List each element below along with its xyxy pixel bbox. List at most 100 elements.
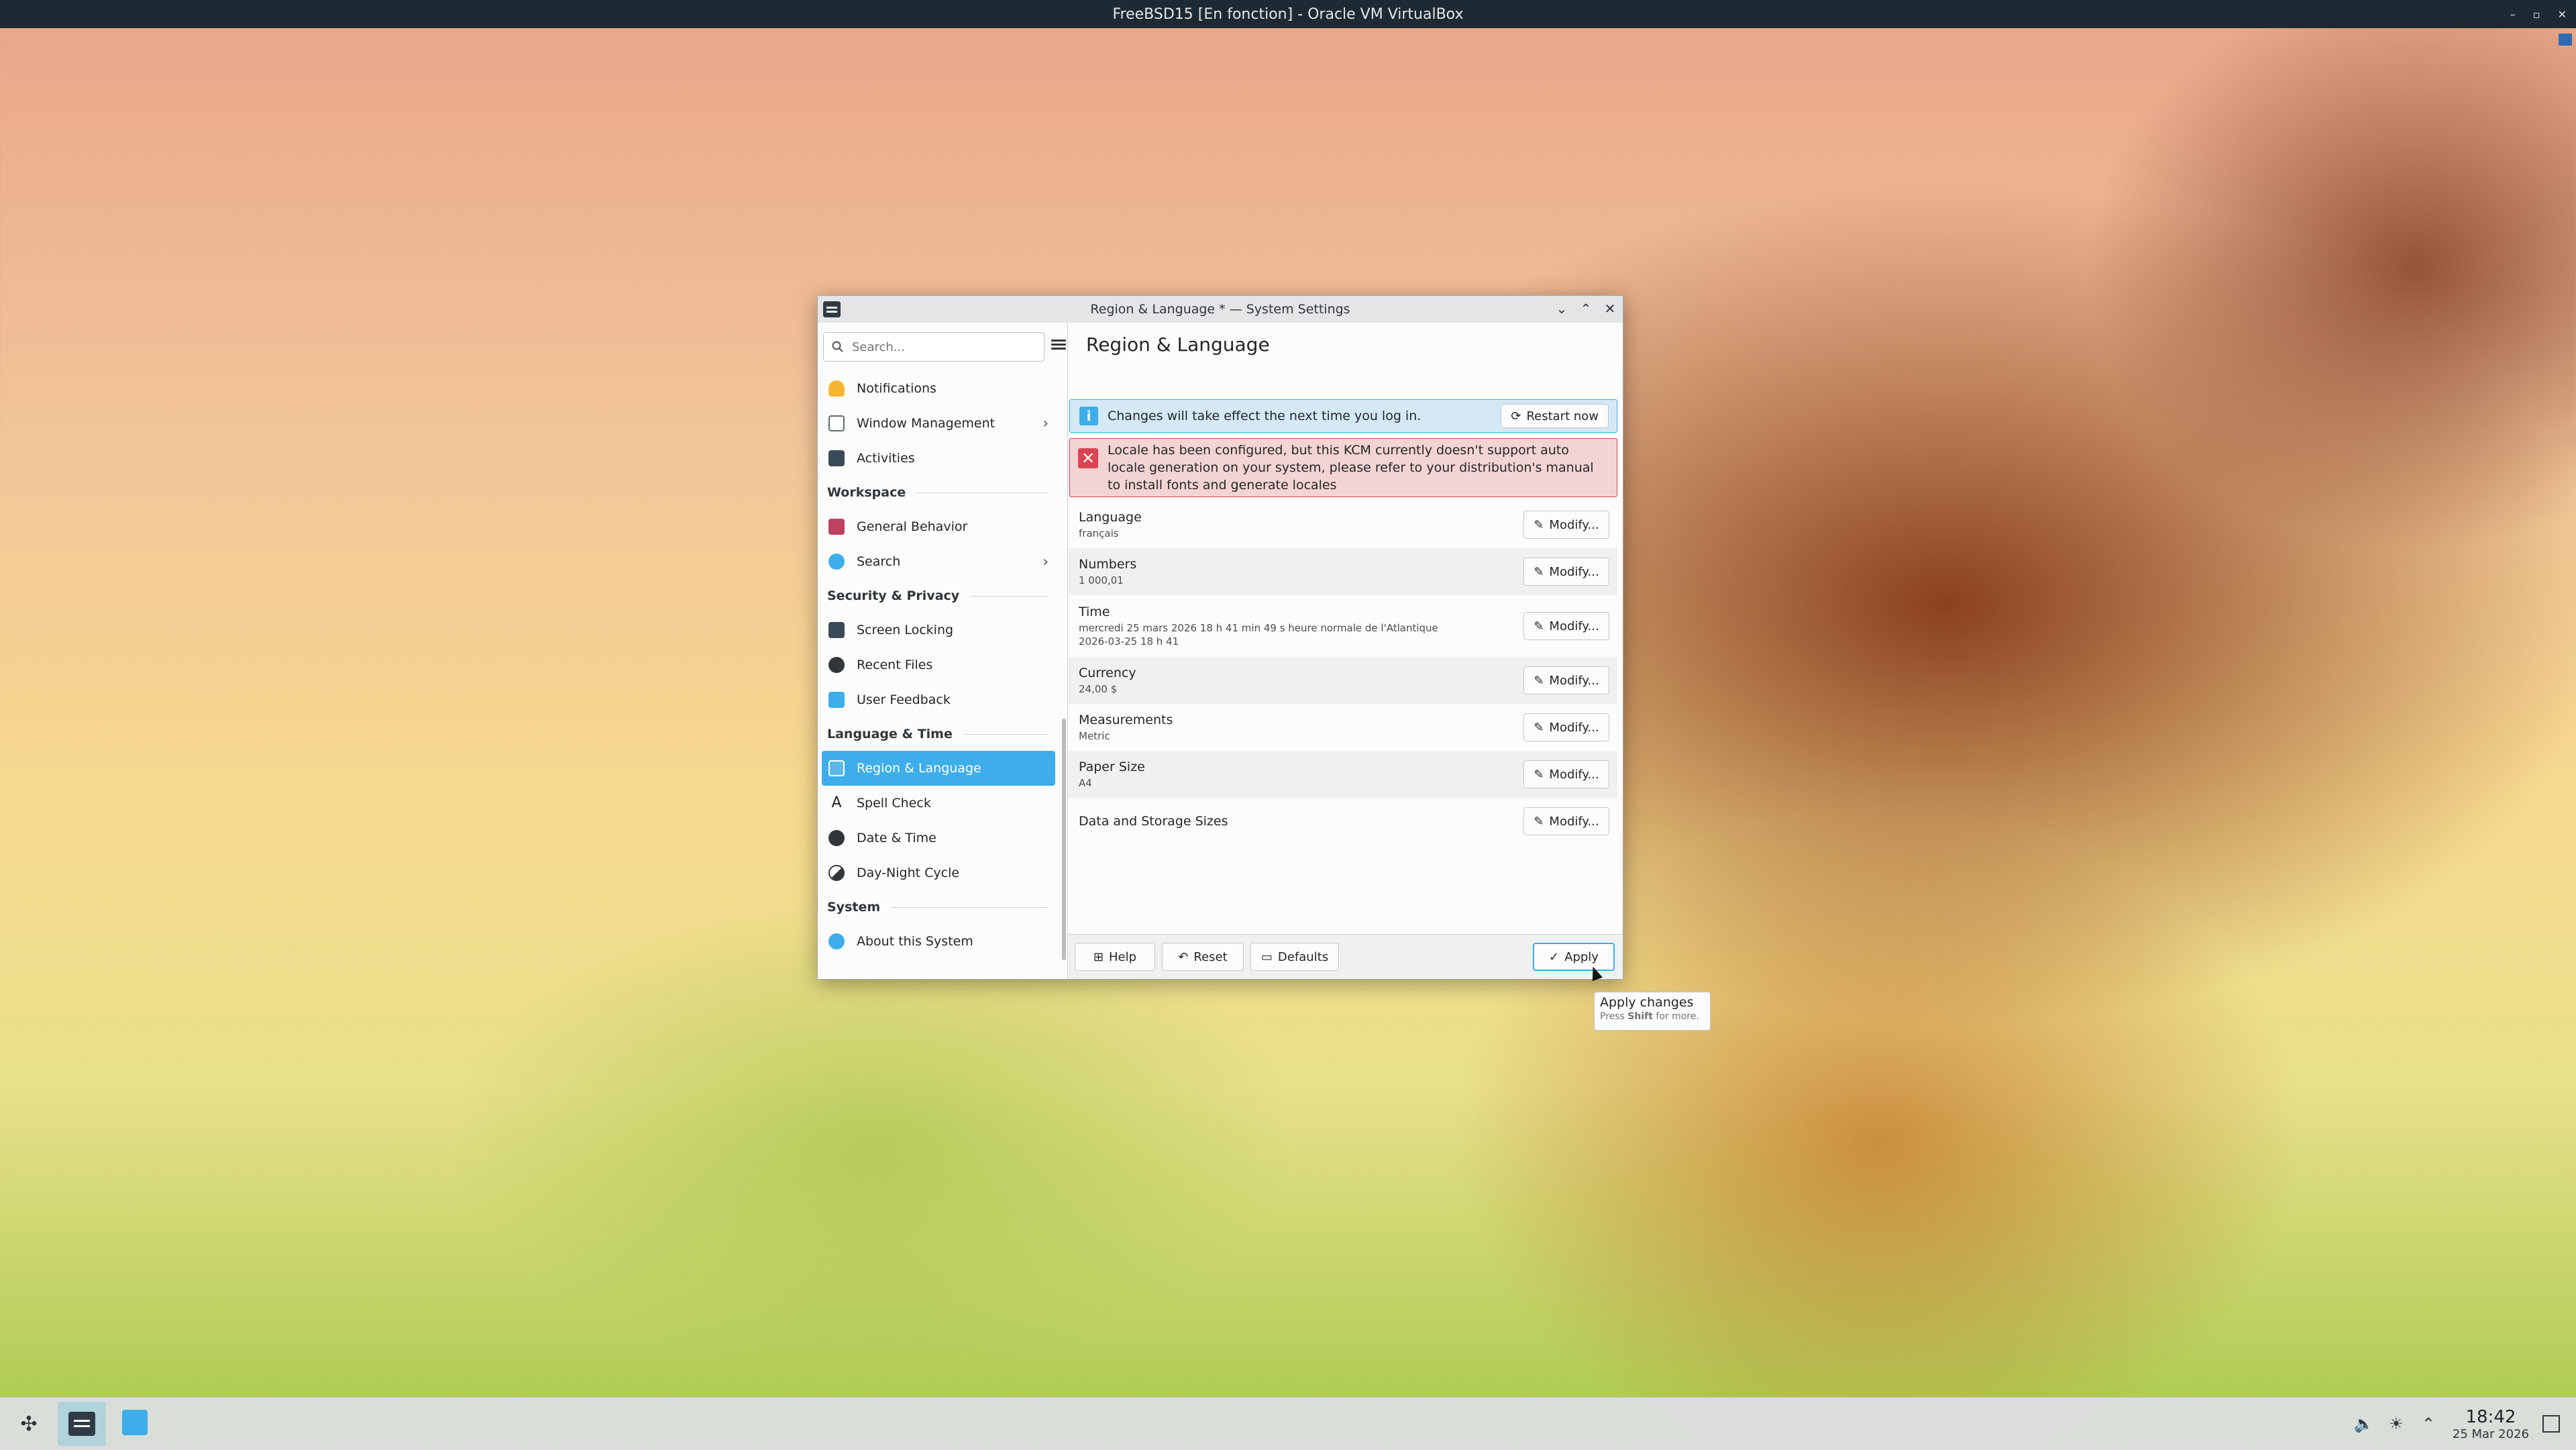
- modify-measurements-button[interactable]: ✎ Modify...: [1523, 713, 1609, 741]
- modify-paper-size-button[interactable]: ✎ Modify...: [1523, 760, 1609, 788]
- sidebar-item-label: Region & Language: [857, 761, 981, 776]
- brightness-icon[interactable]: ☀: [2384, 1412, 2408, 1436]
- window-title: Region & Language * — System Settings: [1090, 302, 1350, 317]
- setting-row-currency: Currency 24,00 $ ✎ Modify...: [1068, 657, 1617, 704]
- sidebar-item-screen-locking[interactable]: Screen Locking: [822, 613, 1055, 648]
- apply-button[interactable]: ✓ Apply: [1533, 943, 1615, 971]
- help-icon: ⊞: [1093, 949, 1104, 964]
- chevron-right-icon: ›: [1042, 415, 1049, 432]
- edit-icon: ✎: [1534, 720, 1544, 735]
- sidebar-scrollbar[interactable]: [1062, 719, 1066, 960]
- sidebar-item-spell-check[interactable]: A Spell Check: [822, 786, 1055, 821]
- edit-icon: ✎: [1534, 767, 1544, 782]
- day-night-icon: [828, 865, 845, 881]
- sidebar-item-label: General Behavior: [857, 519, 968, 534]
- info-icon: i: [1079, 407, 1098, 425]
- sidebar-item-day-night-cycle[interactable]: Day-Night Cycle: [822, 856, 1055, 890]
- digital-clock[interactable]: 18:42 25 Mar 2026: [2453, 1407, 2529, 1441]
- sidebar: Notifications Window Management › Activi…: [818, 323, 1068, 979]
- vbox-title: FreeBSD15 [En fonction] - Oracle VM Virt…: [1112, 5, 1464, 23]
- clock-date: 25 Mar 2026: [2452, 1427, 2529, 1441]
- search-icon: [828, 554, 845, 570]
- reset-button[interactable]: ↶ Reset: [1162, 943, 1244, 971]
- modify-data-storage-sizes-button[interactable]: ✎ Modify...: [1523, 807, 1609, 835]
- info-banner-text: Changes will take effect the next time y…: [1108, 409, 1421, 423]
- error-icon: ✕: [1078, 448, 1098, 468]
- task-system-settings[interactable]: [58, 1402, 106, 1446]
- restart-icon: ⟳: [1511, 409, 1521, 423]
- sidebar-item-label: Activities: [857, 451, 915, 466]
- system-settings-window: Region & Language * — System Settings ⌄ …: [817, 295, 1623, 980]
- file-manager-icon[interactable]: [122, 1410, 148, 1435]
- sidebar-item-search[interactable]: Search ›: [822, 544, 1055, 579]
- setting-row-numbers: Numbers 1 000,01 ✎ Modify...: [1068, 548, 1617, 595]
- sidebar-item-about-this-system[interactable]: About this System: [822, 924, 1055, 959]
- sidebar-item-label: User Feedback: [857, 692, 951, 707]
- info-banner: i Changes will take effect the next time…: [1069, 399, 1617, 433]
- modify-currency-button[interactable]: ✎ Modify...: [1523, 666, 1609, 694]
- setting-row-data-storage-sizes: Data and Storage Sizes ✎ Modify...: [1068, 798, 1617, 845]
- locale-settings-list: Language français ✎ Modify... Numbers 1 0…: [1068, 501, 1617, 845]
- sidebar-item-general-behavior[interactable]: General Behavior: [822, 509, 1055, 544]
- undo-icon: ↶: [1178, 949, 1189, 964]
- search-icon: [832, 341, 843, 352]
- sidebar-item-activities[interactable]: Activities: [822, 441, 1055, 476]
- sidebar-item-recent-files[interactable]: Recent Files: [822, 648, 1055, 682]
- setting-row-measurements: Measurements Metric ✎ Modify...: [1068, 704, 1617, 751]
- sidebar-item-label: Search: [857, 554, 901, 569]
- sidebar-item-label: Date & Time: [857, 831, 936, 845]
- section-header-language-time: Language & Time: [818, 717, 1059, 751]
- application-launcher-icon[interactable]: ✣: [13, 1408, 44, 1439]
- sidebar-item-window-management[interactable]: Window Management ›: [822, 406, 1055, 441]
- modify-time-button[interactable]: ✎ Modify...: [1523, 612, 1609, 640]
- close-button[interactable]: ✕: [1603, 300, 1617, 317]
- defaults-button[interactable]: ▭ Defaults: [1250, 943, 1339, 971]
- window-titlebar[interactable]: Region & Language * — System Settings ⌄ …: [818, 296, 1623, 323]
- section-header-security-privacy: Security & Privacy: [818, 579, 1059, 613]
- restart-now-button[interactable]: ⟳ Restart now: [1501, 404, 1609, 428]
- error-banner: ✕ Locale has been configured, but this K…: [1069, 438, 1617, 497]
- maximize-button[interactable]: ⌃: [1578, 300, 1593, 317]
- setting-row-language: Language français ✎ Modify...: [1068, 501, 1617, 548]
- vbox-restore-button[interactable]: ▫: [2533, 8, 2540, 21]
- sidebar-item-label: Recent Files: [857, 658, 933, 672]
- sidebar-item-region-language[interactable]: Region & Language: [822, 751, 1055, 786]
- general-behavior-icon: [828, 519, 845, 535]
- vbox-minimize-button[interactable]: –: [2510, 8, 2516, 21]
- help-button[interactable]: ⊞ Help: [1075, 943, 1155, 971]
- sidebar-item-label: Spell Check: [857, 796, 931, 811]
- taskbar: ✣ 🔈 ☀ ⌃ 18:42 25 Mar 2026: [0, 1397, 2576, 1450]
- minimize-button[interactable]: ⌄: [1554, 300, 1569, 317]
- search-input[interactable]: [851, 339, 1034, 355]
- sidebar-item-notifications[interactable]: Notifications: [822, 371, 1055, 406]
- hamburger-menu-icon[interactable]: [1051, 338, 1066, 352]
- feedback-icon: [828, 692, 845, 708]
- document-icon: ▭: [1260, 949, 1273, 964]
- edit-icon: ✎: [1534, 619, 1544, 633]
- sidebar-item-date-time[interactable]: Date & Time: [822, 821, 1055, 856]
- bell-icon: [828, 380, 845, 397]
- sidebar-item-label: Screen Locking: [857, 623, 954, 637]
- modify-numbers-button[interactable]: ✎ Modify...: [1523, 558, 1609, 586]
- vbox-status-icon[interactable]: [2559, 34, 2572, 46]
- volume-icon[interactable]: 🔈: [2352, 1412, 2376, 1436]
- dialog-footer: ⊞ Help ↶ Reset ▭ Defaults ✓ Apply: [1068, 934, 1623, 979]
- tooltip-hint: Press Shift for more.: [1600, 1011, 1699, 1022]
- sidebar-item-user-feedback[interactable]: User Feedback: [822, 682, 1055, 717]
- section-header-system: System: [818, 890, 1059, 924]
- edit-icon: ✎: [1534, 673, 1544, 688]
- content-area: Region & Language i Changes will take ef…: [1068, 323, 1623, 979]
- modify-language-button[interactable]: ✎ Modify...: [1523, 511, 1609, 539]
- search-field[interactable]: [823, 332, 1044, 362]
- chevron-right-icon: ›: [1042, 554, 1049, 570]
- vbox-close-button[interactable]: ✕: [2558, 8, 2567, 21]
- sidebar-nav: Notifications Window Management › Activi…: [818, 371, 1059, 959]
- tooltip-title: Apply changes: [1600, 995, 1694, 1010]
- info-icon: [828, 933, 845, 949]
- show-desktop-icon[interactable]: [2542, 1415, 2560, 1433]
- region-icon: [828, 760, 845, 776]
- sidebar-item-label: Day-Night Cycle: [857, 866, 960, 880]
- sidebar-item-label: Window Management: [857, 416, 996, 431]
- chevron-up-icon[interactable]: ⌃: [2416, 1412, 2440, 1436]
- checkmark-icon: ✓: [1549, 949, 1560, 964]
